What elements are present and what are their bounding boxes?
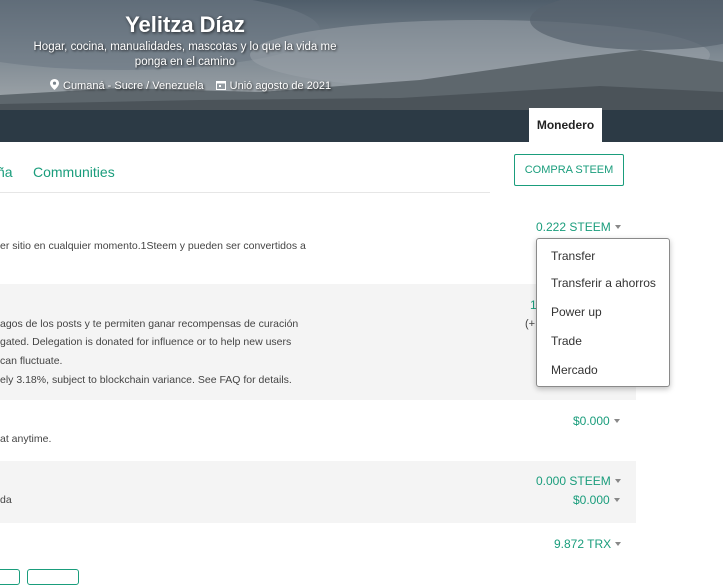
calendar-icon bbox=[215, 80, 226, 93]
steem-actions-dropdown: Transfer Transferir a ahorros Power up T… bbox=[536, 238, 670, 387]
subtab-communities[interactable]: Communities bbox=[33, 164, 115, 180]
steem-power-line-4: ely 3.18%, subject to blockchain varianc… bbox=[0, 374, 292, 386]
menu-item-transfer[interactable]: Transfer bbox=[551, 249, 595, 263]
profile-navbar: Monedero bbox=[0, 108, 723, 142]
profile-joined: Unió agosto de 2021 bbox=[229, 80, 332, 92]
caret-down-icon bbox=[613, 497, 620, 502]
menu-item-transfer-to-savings[interactable]: Transferir a ahorros bbox=[551, 276, 656, 290]
profile-name: Yelitza Díaz bbox=[125, 12, 245, 37]
menu-item-trade[interactable]: Trade bbox=[551, 334, 582, 348]
trx-balance[interactable]: 9.872 TRX bbox=[554, 537, 622, 551]
steem-balance[interactable]: 0.222 STEEM bbox=[536, 220, 621, 234]
buy-steem-button[interactable]: COMPRA STEEM bbox=[514, 154, 624, 186]
profile-bio: Hogar, cocina, manualidades, mascotas y … bbox=[33, 41, 337, 68]
subtab-partial[interactable]: ña bbox=[0, 164, 13, 180]
profile-header: Yelitza Díaz Hogar, cocina, manualidades… bbox=[0, 0, 723, 110]
subtabs-divider bbox=[0, 192, 490, 193]
trx-value: 9.872 TRX bbox=[554, 537, 612, 551]
steem-power-line-2: gated. Delegation is donated for influen… bbox=[0, 336, 292, 348]
steem-description: er sitio en cualquier momento.1Steem y p… bbox=[0, 240, 306, 252]
caret-down-icon bbox=[615, 541, 622, 546]
profile-location: Cumaná - Sucre / Venezuela bbox=[63, 80, 204, 92]
savings-sbd-balance[interactable]: $0.000 bbox=[573, 493, 620, 507]
bottom-button-1[interactable] bbox=[0, 569, 20, 585]
map-pin-icon bbox=[50, 79, 59, 93]
steem-dollars-balance[interactable]: $0.000 bbox=[573, 414, 620, 428]
steem-dollars-description: at anytime. bbox=[0, 433, 52, 445]
savings-steem-value: 0.000 STEEM bbox=[536, 474, 611, 488]
steem-balance-value: 0.222 STEEM bbox=[536, 220, 611, 234]
trx-row: 9.872 TRX bbox=[0, 523, 636, 569]
caret-down-icon bbox=[614, 478, 621, 483]
savings-description: da bbox=[0, 494, 12, 506]
savings-row: 0.000 STEEM $0.000 da bbox=[0, 461, 636, 523]
steem-dollars-row: $0.000 at anytime. bbox=[0, 400, 636, 461]
caret-down-icon bbox=[614, 224, 621, 229]
caret-down-icon bbox=[613, 418, 620, 423]
savings-sbd-value: $0.000 bbox=[573, 493, 610, 507]
steem-power-line-3: can fluctuate. bbox=[0, 355, 63, 367]
profile-meta: Cumaná - Sucre / Venezuela Unió agosto d… bbox=[50, 79, 331, 93]
savings-steem-balance[interactable]: 0.000 STEEM bbox=[536, 474, 621, 488]
menu-item-power-up[interactable]: Power up bbox=[551, 305, 602, 319]
tab-wallet[interactable]: Monedero bbox=[529, 108, 602, 142]
steem-power-line-1: agos de los posts y te permiten ganar re… bbox=[0, 318, 299, 330]
steem-dollars-value: $0.000 bbox=[573, 414, 610, 428]
steem-power-delegated: (+ bbox=[525, 318, 536, 330]
bottom-button-2[interactable] bbox=[27, 569, 79, 585]
menu-item-market[interactable]: Mercado bbox=[551, 363, 598, 377]
